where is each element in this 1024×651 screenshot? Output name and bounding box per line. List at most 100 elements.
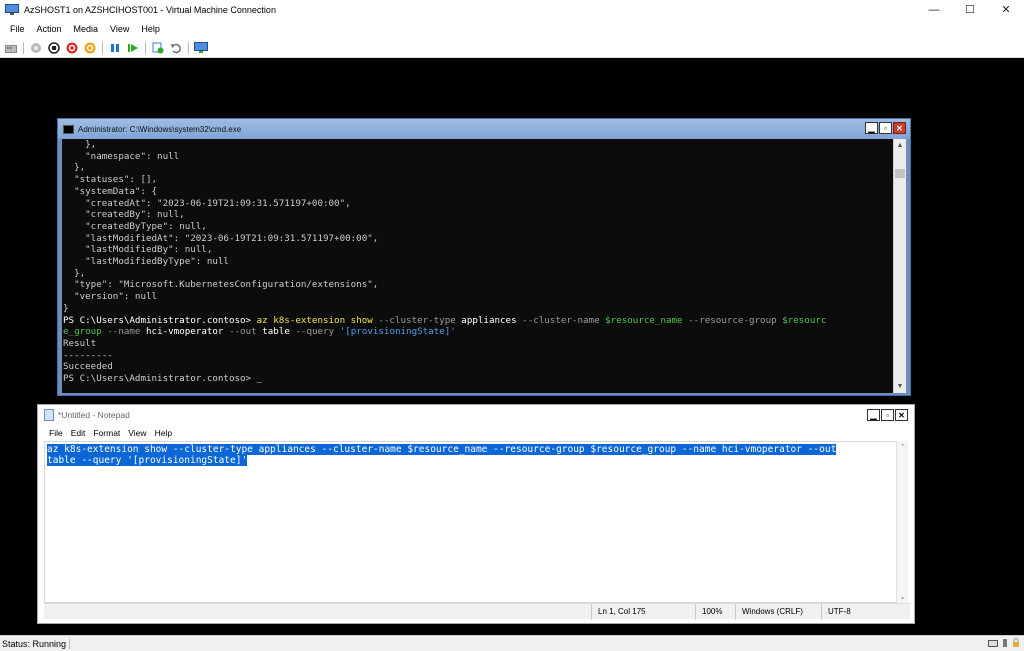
checkpoint-icon[interactable]: [151, 41, 165, 55]
status-text: Status: Running: [0, 638, 71, 649]
menu-bar: File Action Media View Help: [0, 19, 1024, 38]
result-separator: ---------: [63, 349, 113, 361]
window-title: AzSHOST1 on AZSHCIHOST001 - Virtual Mach…: [24, 4, 276, 15]
prompt-line: PS C:\Users\Administrator.contoso> _: [63, 373, 894, 385]
variable: $resourc: [776, 314, 827, 326]
console-line: "createdByType": null,: [63, 220, 207, 232]
turn-off-icon[interactable]: [47, 41, 61, 55]
revert-icon[interactable]: [169, 41, 183, 55]
cursor-position: Ln 1, Col 175: [591, 603, 695, 620]
enhanced-session-icon[interactable]: [194, 41, 208, 55]
console-line: "lastModifiedAt": "2023-06-19T21:09:31.5…: [63, 232, 379, 244]
pause-icon[interactable]: [108, 41, 122, 55]
encoding: UTF-8: [821, 603, 881, 620]
toolbar: [0, 38, 1024, 58]
cmd-close-button[interactable]: ✕: [893, 122, 906, 134]
save-icon[interactable]: [83, 41, 97, 55]
variable: $resource_name: [599, 314, 683, 326]
notepad-window[interactable]: *Untitled - Notepad ▁ ▫ ✕ File Edit Form…: [37, 404, 915, 624]
prompt: PS C:\Users\Administrator.contoso>: [63, 373, 257, 385]
vm-connection-icon: [5, 4, 19, 15]
console-line: "systemData": {: [63, 185, 158, 197]
console-line: }: [63, 302, 69, 314]
command-line-wrap: e_group --name hci-vmoperator --out tabl…: [63, 326, 894, 338]
minimize-button[interactable]: —: [916, 0, 952, 19]
menu-file[interactable]: File: [4, 24, 31, 34]
notepad-close-button[interactable]: ✕: [895, 409, 908, 421]
ctrl-alt-del-icon[interactable]: [4, 41, 18, 55]
notepad-menu-file[interactable]: File: [45, 428, 67, 438]
notepad-menu-edit[interactable]: Edit: [67, 428, 90, 438]
notepad-menu-bar: File Edit Format View Help: [38, 425, 914, 441]
maximize-button[interactable]: ☐: [952, 0, 988, 19]
cmd-scrollbar[interactable]: ▲ ▼: [893, 139, 906, 393]
toolbar-separator: [102, 41, 103, 54]
arg-value: table: [256, 326, 290, 338]
prompt: PS C:\Users\Administrator.contoso>: [63, 314, 257, 326]
cmd-title: Administrator: C:\Windows\system32\cmd.e…: [78, 124, 242, 134]
start-icon[interactable]: [29, 41, 43, 55]
cmd-maximize-button[interactable]: ▫: [879, 122, 892, 134]
notepad-menu-help[interactable]: Help: [151, 428, 176, 438]
flag: --resource-group: [682, 314, 777, 326]
flag: --out: [223, 326, 257, 338]
line-ending: Windows (CRLF): [735, 603, 821, 620]
notepad-minimize-button[interactable]: ▁: [867, 409, 880, 421]
cmd-window[interactable]: Administrator: C:\Windows\system32\cmd.e…: [57, 118, 911, 396]
cmd-title-bar[interactable]: Administrator: C:\Windows\system32\cmd.e…: [58, 119, 910, 139]
cursor: _: [256, 373, 263, 385]
selected-text-line[interactable]: az k8s-extension show --cluster-type app…: [47, 444, 837, 455]
close-button[interactable]: ✕: [988, 0, 1024, 19]
shut-down-icon[interactable]: [65, 41, 79, 55]
toolbar-separator: [23, 41, 24, 54]
notepad-title: *Untitled - Notepad: [58, 410, 130, 420]
console-line: "createdAt": "2023-06-19T21:09:31.571197…: [63, 197, 351, 209]
console-line: },: [63, 139, 97, 150]
cmd-minimize-button[interactable]: ▁: [865, 122, 878, 134]
flag: --name: [101, 326, 141, 338]
flag: --query: [289, 326, 335, 338]
scroll-thumb[interactable]: [895, 169, 905, 178]
toolbar-separator: [145, 41, 146, 54]
menu-view[interactable]: View: [104, 24, 135, 34]
console-line: "lastModifiedByType": null: [63, 256, 229, 268]
selected-text-line[interactable]: table --query '[provisioningState]': [47, 455, 248, 466]
menu-help[interactable]: Help: [135, 24, 166, 34]
notepad-scrollbar[interactable]: ⌃ ⌄: [896, 441, 908, 603]
status-bar: Status: Running: [0, 635, 1024, 651]
arg-value: hci-vmoperator: [140, 326, 224, 338]
vm-title-bar: AzSHOST1 on AZSHCIHOST001 - Virtual Mach…: [0, 0, 1024, 19]
result-header: Result: [63, 337, 97, 349]
console-line: "createdBy": null,: [63, 209, 185, 221]
scroll-up-icon[interactable]: ▲: [894, 139, 906, 152]
notepad-status-bar: Ln 1, Col 175 100% Windows (CRLF) UTF-8: [44, 603, 910, 620]
notepad-maximize-button[interactable]: ▫: [881, 409, 894, 421]
console-line: "version": null: [63, 291, 158, 303]
zoom-level: 100%: [695, 603, 735, 620]
result-value: Succeeded: [63, 361, 113, 373]
notepad-icon: [44, 409, 54, 421]
notepad-menu-format[interactable]: Format: [89, 428, 124, 438]
menu-media[interactable]: Media: [68, 24, 105, 34]
menu-action[interactable]: Action: [31, 24, 68, 34]
notepad-menu-view[interactable]: View: [124, 428, 150, 438]
scroll-up-icon[interactable]: ⌃: [897, 441, 908, 453]
console-line: },: [63, 162, 86, 174]
console-line: },: [63, 267, 86, 279]
console-line: "statuses": [],: [63, 174, 158, 186]
notepad-title-bar[interactable]: *Untitled - Notepad: [38, 405, 914, 425]
cmd-console[interactable]: }, "namespace": null }, "statuses": [], …: [62, 139, 894, 393]
notepad-text-area[interactable]: az k8s-extension show --cluster-type app…: [44, 441, 904, 603]
scroll-down-icon[interactable]: ⌄: [897, 591, 908, 603]
command-line: PS C:\Users\Administrator.contoso> az k8…: [63, 315, 894, 327]
string-literal: '[provisioningState]': [334, 326, 456, 338]
console-line: "lastModifiedBy": null,: [63, 244, 213, 256]
scroll-down-icon[interactable]: ▼: [894, 380, 906, 393]
arg-value: appliances: [455, 314, 517, 326]
variable: e_group: [63, 326, 102, 338]
command-name: az k8s-extension show: [256, 314, 373, 326]
usb-icon: [1001, 638, 1009, 650]
console-line: "type": "Microsoft.KubernetesConfigurati…: [63, 279, 379, 291]
resume-icon[interactable]: [126, 41, 140, 55]
cmd-icon: [63, 124, 74, 134]
